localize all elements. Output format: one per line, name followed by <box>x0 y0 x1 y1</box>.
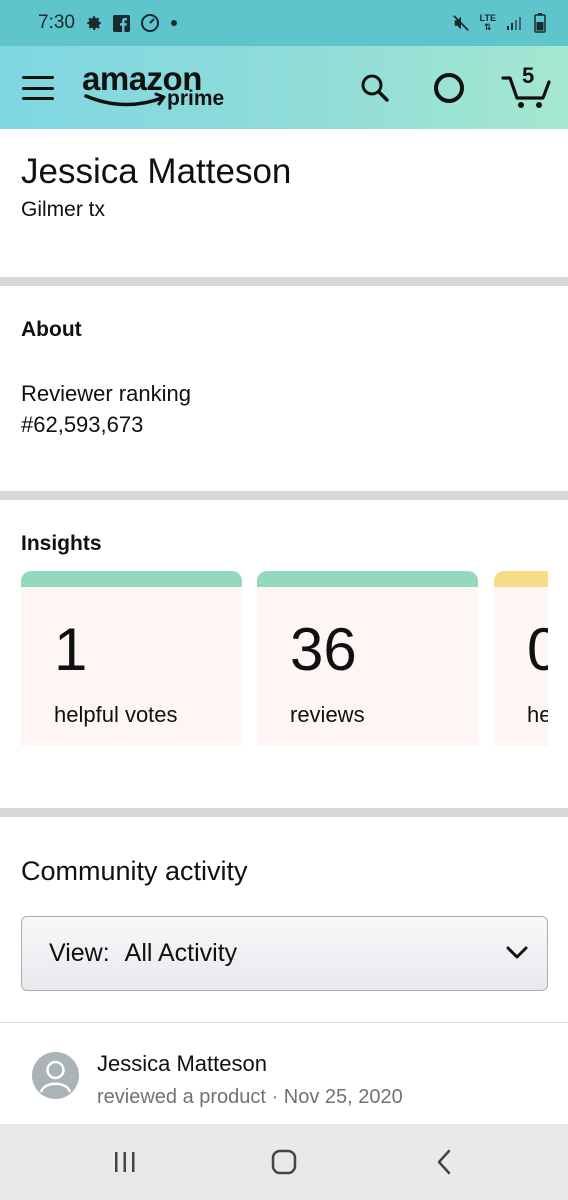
back-icon <box>437 1149 451 1175</box>
insight-value: 36 <box>290 616 357 683</box>
insight-label: helpful votes <box>54 702 178 727</box>
section-divider <box>0 491 568 500</box>
reviewer-ranking: Reviewer ranking #62,593,673 <box>21 378 191 440</box>
signal-icon <box>506 15 524 31</box>
about-title: About <box>21 318 82 341</box>
home-button[interactable] <box>244 1124 324 1200</box>
facebook-icon <box>112 14 130 32</box>
status-time: 7:30 <box>38 12 75 33</box>
dropdown-label: View: All Activity <box>49 939 237 968</box>
card-accent <box>257 571 478 587</box>
insight-label: reviews <box>290 702 365 727</box>
reviewer-profile-page: 7:30 LTE ⇅ amazon prime 5 Jessica Mattes… <box>0 0 568 1200</box>
mute-icon <box>452 14 470 32</box>
status-bar: 7:30 LTE ⇅ <box>0 0 568 46</box>
lte-arrows: ⇅ <box>484 22 492 32</box>
gear-icon <box>85 14 103 32</box>
smile-icon <box>84 92 166 107</box>
profile-location: Gilmer tx <box>21 198 105 221</box>
recent-apps-button[interactable] <box>85 1124 165 1200</box>
insights-title: Insights <box>21 532 102 555</box>
cart-button[interactable]: 5 <box>498 46 556 129</box>
logo-prime: prime <box>167 87 225 110</box>
home-icon <box>271 1149 297 1175</box>
ranking-label: Reviewer ranking <box>21 381 191 406</box>
back-button[interactable] <box>404 1124 484 1200</box>
card-accent <box>494 571 548 587</box>
search-button[interactable] <box>352 46 398 129</box>
menu-icon[interactable] <box>22 76 54 100</box>
ranking-value: #62,593,673 <box>21 412 144 437</box>
system-nav-bar <box>0 1124 568 1200</box>
section-divider <box>0 277 568 286</box>
insight-card-partial: 0 he <box>494 571 548 746</box>
cart-count: 5 <box>522 63 535 88</box>
view-prefix: View: <box>49 939 110 967</box>
activity-separator: · <box>271 1086 279 1108</box>
card-accent <box>21 571 242 587</box>
insight-card-helpful-votes: 1 helpful votes <box>21 571 242 746</box>
insight-card-third: 0 he <box>494 571 548 746</box>
activity-action: reviewed a product <box>97 1086 266 1108</box>
community-activity-title: Community activity <box>21 856 248 886</box>
search-icon <box>361 74 389 102</box>
profile-name: Jessica Matteson <box>21 152 292 191</box>
person-icon <box>39 1060 72 1093</box>
speedometer-icon <box>140 13 160 33</box>
status-left: 7:30 <box>38 12 178 34</box>
status-right: LTE ⇅ <box>452 13 546 33</box>
lte-icon: LTE ⇅ <box>480 14 496 32</box>
amazon-prime-logo[interactable]: amazon prime <box>82 60 242 116</box>
activity-filter-dropdown[interactable]: View: All Activity <box>21 916 548 991</box>
activity-item[interactable]: Jessica Matteson reviewed a product · No… <box>32 1050 552 1120</box>
insight-card-reviews: 36 reviews <box>257 571 478 746</box>
activity-author[interactable]: Jessica Matteson <box>97 1051 267 1077</box>
dot-icon <box>170 19 178 27</box>
activity-meta: reviewed a product · Nov 25, 2020 <box>97 1086 403 1109</box>
avatar <box>32 1052 79 1099</box>
recent-apps-icon <box>115 1152 135 1172</box>
alexa-button[interactable] <box>426 46 472 129</box>
profile-header: Jessica Matteson Gilmer tx <box>21 150 291 224</box>
insight-value: 0 <box>527 616 548 683</box>
view-value: All Activity <box>124 939 238 967</box>
chevron-down-icon <box>506 946 528 959</box>
battery-icon <box>534 13 546 33</box>
list-divider <box>0 1022 568 1023</box>
section-divider <box>0 808 568 817</box>
insight-value: 1 <box>54 616 88 683</box>
insight-label: he <box>527 702 548 727</box>
activity-date: Nov 25, 2020 <box>283 1086 403 1108</box>
app-header: amazon prime 5 <box>0 46 568 129</box>
alexa-icon <box>434 72 464 103</box>
